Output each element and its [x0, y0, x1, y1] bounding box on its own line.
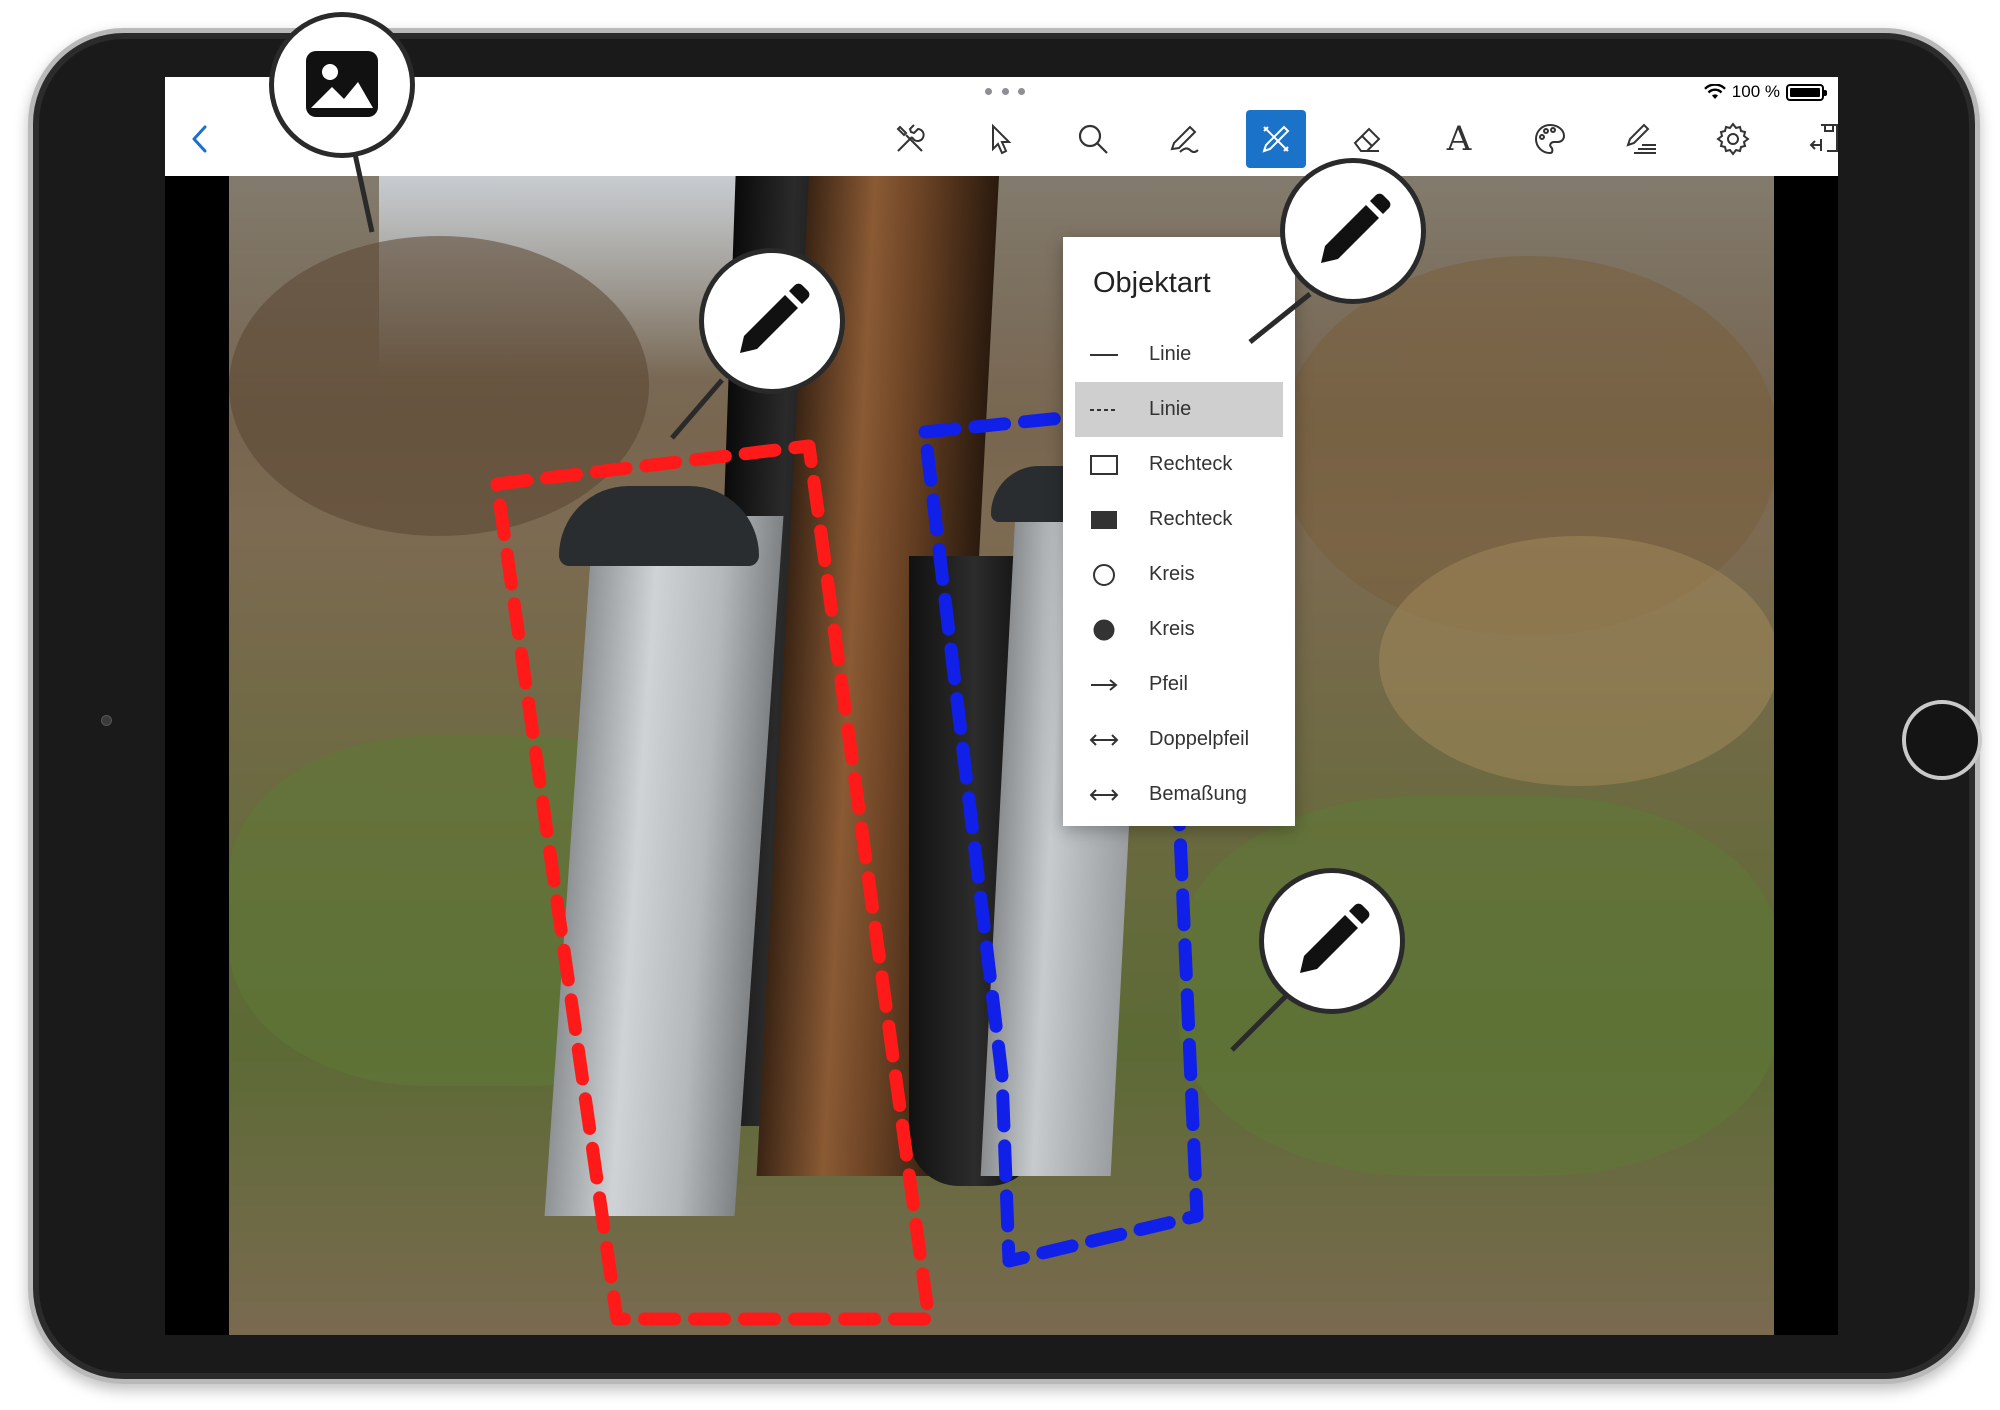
app-screen: 100 % A Objektart Linie Linie Rechteck R…	[165, 77, 1838, 1335]
pointer-icon	[992, 123, 1012, 155]
option-label: Bemaßung	[1149, 783, 1247, 805]
option-label: Kreis	[1149, 563, 1195, 585]
home-button[interactable]	[1902, 700, 1982, 780]
toolbar: A	[165, 107, 1838, 177]
tools-button[interactable]	[880, 110, 940, 168]
rect-outline-icon	[1090, 454, 1118, 475]
pen-button[interactable]	[1154, 110, 1214, 168]
callout-image	[269, 12, 415, 158]
export-button[interactable]	[1795, 110, 1838, 168]
front-camera	[101, 715, 112, 726]
wifi-icon	[1703, 84, 1726, 99]
option-rect-filled[interactable]: Rechteck	[1075, 492, 1283, 547]
back-button[interactable]	[185, 119, 215, 159]
option-circle-outline[interactable]: Kreis	[1075, 547, 1283, 602]
pencil-icon	[740, 283, 810, 353]
option-label: Rechteck	[1149, 453, 1233, 475]
multitasking-handle[interactable]	[985, 85, 1025, 97]
callout-pencil-top	[1280, 158, 1426, 304]
battery-level	[1790, 87, 1820, 97]
option-label: Pfeil	[1149, 673, 1188, 695]
settings-button[interactable]	[1703, 110, 1763, 168]
text-button[interactable]: A	[1429, 110, 1489, 168]
eraser-icon	[1353, 127, 1381, 152]
dimension-icon	[1089, 788, 1119, 801]
edit-lines-icon	[1626, 123, 1656, 154]
tools-icon	[896, 124, 925, 152]
option-label: Rechteck	[1149, 508, 1233, 530]
site-photo[interactable]	[229, 176, 1774, 1335]
export-icon	[1809, 124, 1838, 152]
status-bar: 100 %	[165, 77, 1838, 107]
line-solid-icon	[1090, 353, 1118, 356]
option-label: Doppelpfeil	[1149, 728, 1250, 750]
palette-button[interactable]	[1520, 110, 1580, 168]
arrow-icon	[1091, 678, 1118, 691]
pen-icon	[1170, 125, 1199, 153]
pencil-icon	[1300, 903, 1370, 973]
status-indicators: 100 %	[1703, 82, 1827, 102]
battery-percent: 100 %	[1731, 82, 1780, 101]
line-dashed-icon	[1090, 408, 1118, 411]
red-dashed-outline[interactable]	[490, 439, 936, 1326]
option-rect-outline[interactable]: Rechteck	[1075, 437, 1283, 492]
option-label: Kreis	[1149, 618, 1195, 640]
document-canvas[interactable]: Objektart Linie Linie Rechteck Rechteck	[165, 176, 1838, 1335]
search-button[interactable]	[1063, 110, 1123, 168]
image-icon	[306, 51, 378, 117]
pencil-icon	[1321, 193, 1391, 263]
draw-shapes-icon	[1262, 125, 1290, 153]
option-label: Linie	[1149, 398, 1192, 420]
search-icon	[1078, 124, 1108, 154]
object-type-popover: Objektart Linie Linie Rechteck Rechteck	[1063, 237, 1295, 826]
circle-outline-icon	[1093, 563, 1115, 586]
double-arrow-icon	[1089, 733, 1119, 746]
object-type-list: Linie Linie Rechteck Rechteck Kreis Krei…	[1075, 327, 1283, 822]
option-arrow[interactable]: Pfeil	[1075, 657, 1283, 712]
select-button[interactable]	[971, 110, 1031, 168]
option-circle-filled[interactable]: Kreis	[1075, 602, 1283, 657]
chevron-left-icon	[192, 125, 207, 153]
callout-pencil-bottom	[1259, 868, 1405, 1014]
draw-shapes-button[interactable]	[1246, 110, 1306, 168]
option-line-dashed[interactable]: Linie	[1075, 382, 1283, 437]
option-dimension[interactable]: Bemaßung	[1075, 767, 1283, 822]
markup-layer	[490, 409, 1204, 1326]
callout-pencil-left	[699, 248, 845, 394]
circle-filled-icon	[1093, 619, 1115, 640]
option-line-solid[interactable]: Linie	[1075, 327, 1283, 382]
battery-icon	[1786, 83, 1827, 101]
option-double-arrow[interactable]: Doppelpfeil	[1075, 712, 1283, 767]
rect-filled-icon	[1091, 510, 1117, 529]
text-icon: A	[1446, 119, 1472, 159]
option-label: Linie	[1149, 343, 1192, 365]
edit-lines-button[interactable]	[1612, 110, 1672, 168]
palette-icon	[1535, 123, 1566, 155]
gear-icon	[1716, 122, 1750, 156]
popover-title: Objektart	[1093, 267, 1211, 299]
